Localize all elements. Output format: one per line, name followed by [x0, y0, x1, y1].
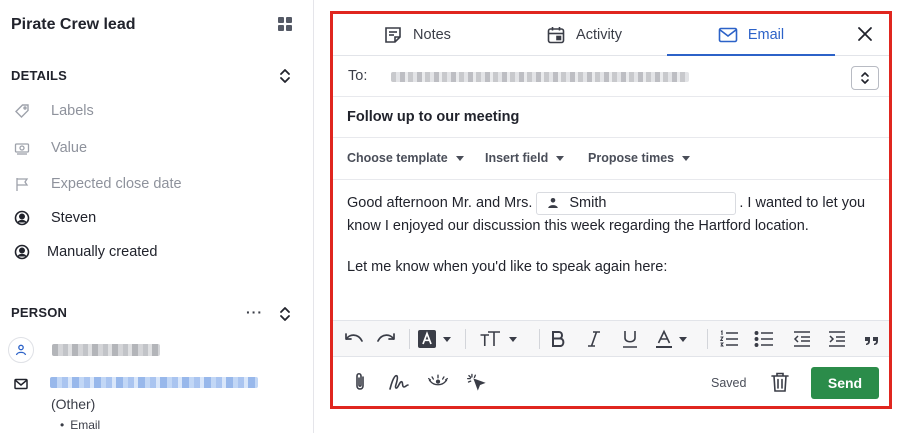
text-size-dropdown[interactable] — [479, 329, 517, 349]
text-size-icon — [480, 331, 500, 346]
bullet-list-icon[interactable] — [754, 329, 774, 349]
highlight-color-icon — [418, 330, 436, 348]
envelope-icon — [14, 378, 28, 390]
body-text-line3: Let me know when you'd like to speak aga… — [347, 258, 668, 275]
merge-field-chip[interactable]: Smith — [536, 191, 737, 215]
propose-times-dropdown[interactable]: Propose times — [588, 151, 691, 165]
layout-grid-icon[interactable] — [278, 17, 292, 31]
source-field: Manually created — [14, 242, 157, 262]
send-button[interactable]: Send — [811, 367, 879, 399]
propose-times-label: Propose times — [588, 151, 675, 165]
value-label: Value — [51, 140, 88, 156]
choose-template-label: Choose template — [347, 151, 448, 165]
caret-down-icon — [682, 155, 691, 161]
person-header: PERSON — [11, 305, 68, 320]
text-color-icon — [656, 329, 672, 348]
details-header: DETAILS — [11, 68, 68, 83]
redo-icon[interactable] — [375, 329, 397, 349]
subject-row[interactable]: Follow up to our meeting — [333, 97, 889, 138]
flag-icon — [14, 176, 30, 192]
numbered-list-icon[interactable] — [719, 329, 739, 349]
text-highlight-dropdown[interactable] — [417, 329, 451, 349]
person-name-redacted — [52, 344, 160, 356]
close-icon[interactable] — [855, 24, 875, 44]
person-icon — [15, 344, 27, 356]
attachment-icon[interactable] — [349, 371, 371, 393]
subject-input[interactable]: Follow up to our meeting — [347, 109, 519, 125]
tab-notes[interactable]: Notes — [333, 14, 501, 56]
undo-icon[interactable] — [343, 329, 365, 349]
trash-icon[interactable] — [770, 371, 790, 393]
body-text-line2: know I enjoyed our discussion this week … — [347, 217, 809, 234]
caret-down-icon — [455, 155, 464, 161]
compose-options-row: Choose template Insert field Propose tim… — [333, 138, 889, 180]
outdent-icon[interactable] — [792, 329, 812, 349]
underline-icon[interactable] — [621, 329, 639, 349]
tab-activity-label: Activity — [576, 27, 622, 43]
bold-icon[interactable] — [549, 329, 567, 349]
insert-field-label: Insert field — [485, 151, 549, 165]
person-row[interactable] — [8, 337, 160, 363]
italic-icon[interactable] — [586, 329, 602, 349]
email-body-editor[interactable]: Good afternoon Mr. and Mrs. Smith . I wa… — [347, 191, 877, 278]
person-avatar — [8, 337, 34, 363]
source-value: Manually created — [47, 244, 158, 260]
tab-notes-label: Notes — [413, 27, 451, 43]
envelope-icon — [718, 27, 738, 43]
choose-template-dropdown[interactable]: Choose template — [347, 151, 464, 165]
quote-icon[interactable] — [863, 329, 881, 349]
link-tracking-icon[interactable] — [466, 371, 488, 393]
owner-field[interactable]: Steven — [14, 208, 96, 228]
tab-email-label: Email — [747, 27, 785, 43]
person-icon — [548, 198, 559, 209]
recipient-input-redacted[interactable] — [391, 72, 689, 82]
calendar-icon — [547, 27, 565, 44]
chevron-updown-icon — [861, 72, 869, 84]
email-composer: Notes Activity Email To: Follow up to ou… — [330, 11, 892, 409]
indent-icon[interactable] — [827, 329, 847, 349]
to-label: To: — [348, 68, 368, 84]
recipient-expand-button[interactable] — [851, 66, 879, 90]
lead-sidebar: Pirate Crew lead DETAILS Labels Value Ex… — [0, 0, 314, 433]
recipient-row: To: — [333, 57, 889, 97]
person-email-link-redacted[interactable] — [50, 377, 258, 388]
expected-close-date-field[interactable]: Expected close date — [14, 174, 182, 194]
body-text-greeting: Good afternoon Mr. and Mrs. — [347, 195, 533, 211]
draft-saved-status: Saved — [711, 376, 747, 390]
tab-email[interactable]: Email — [667, 14, 835, 56]
email-bullet-item: Email — [60, 418, 100, 432]
user-circle-icon — [14, 244, 30, 260]
text-color-dropdown[interactable] — [655, 329, 687, 349]
value-field[interactable]: Value — [14, 138, 87, 158]
notes-icon — [385, 27, 401, 43]
body-text-line1-end: . I wanted to let you — [739, 195, 866, 211]
user-circle-icon — [14, 210, 30, 226]
formatting-toolbar — [333, 320, 889, 357]
labels-label: Labels — [51, 103, 94, 119]
merge-field-value: Smith — [569, 195, 607, 211]
caret-down-icon — [556, 155, 565, 161]
owner-value: Steven — [51, 210, 97, 226]
insert-field-dropdown[interactable]: Insert field — [485, 151, 565, 165]
lead-title: Pirate Crew lead — [11, 16, 136, 33]
email-type-label: (Other) — [51, 396, 96, 412]
composer-tabs: Notes Activity Email — [333, 14, 889, 56]
active-tab-indicator — [667, 54, 835, 56]
email-tracking-icon[interactable] — [427, 371, 449, 393]
person-collapse-icon[interactable] — [279, 306, 291, 322]
labels-field[interactable]: Labels — [14, 101, 94, 121]
tab-activity[interactable]: Activity — [501, 14, 667, 56]
expected-close-date-label: Expected close date — [51, 176, 182, 192]
tag-icon — [14, 103, 30, 119]
person-more-button[interactable]: ··· — [246, 304, 263, 320]
signature-icon[interactable] — [388, 371, 410, 393]
details-collapse-icon[interactable] — [279, 68, 291, 84]
composer-footer: Saved Send — [333, 357, 889, 406]
money-icon — [14, 140, 30, 156]
